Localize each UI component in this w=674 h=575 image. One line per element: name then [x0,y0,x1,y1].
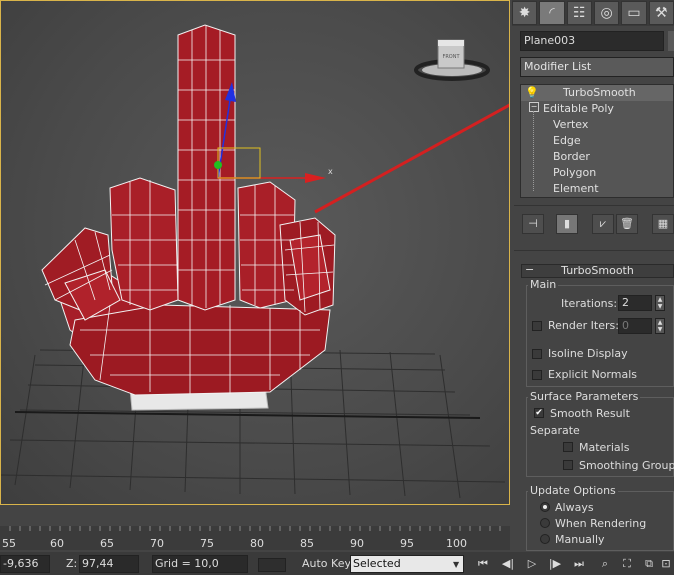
surface-parameters-label: Surface Parameters [528,390,641,403]
timeline-tick-100: 100 [446,537,467,550]
object-color-swatch[interactable] [668,31,674,51]
object-name-field[interactable]: Plane003 [520,31,664,51]
modifier-list-dropdown[interactable]: Modifier List [520,57,674,77]
stack-base-editable-poly[interactable]: Editable Poly [543,102,614,115]
timeline-tick-90: 90 [350,537,364,550]
zoom-extents-all-icon[interactable]: ⧉ [640,555,658,573]
explicit-normals-checkbox[interactable] [532,370,542,380]
rollout-collapse-icon[interactable]: − [525,263,534,276]
timeline-tick-65: 65 [100,537,114,550]
stack-sub-border[interactable]: Border [553,150,590,163]
materials-checkbox[interactable] [563,442,573,452]
stack-sub-element[interactable]: Element [553,182,599,195]
modifier-stack[interactable]: 💡 TurboSmooth − Editable Poly Vertex Edg… [520,84,674,198]
timeline-tick-60: 60 [50,537,64,550]
go-to-start-icon[interactable]: ⏮ [474,555,492,573]
smooth-result-checkbox[interactable]: ✔ [534,408,544,418]
make-unique-icon[interactable]: ⩗ [592,214,614,234]
status-bar: -9,636 Z: 97,44 Grid = 10,0 Auto Key Sel… [0,552,674,575]
when-rendering-label: When Rendering [555,517,647,530]
next-frame-icon[interactable]: |▶ [546,555,564,573]
selection-set-dropdown[interactable]: Selected [350,555,464,573]
pin-stack-icon[interactable]: ⊣ [522,214,544,234]
motion-tab-icon[interactable]: ◎ [593,1,620,25]
viewcube-face-label: FRONT [442,54,460,60]
smooth-result-label: Smooth Result [550,407,630,420]
render-iters-spinner[interactable]: 0 [618,318,652,334]
remove-modifier-icon[interactable]: 🗑 [616,214,638,234]
smoothing-groups-label: Smoothing Groups [579,459,674,472]
separate-label: Separate [530,424,580,437]
always-radio[interactable] [540,502,550,512]
timeline-tick-85: 85 [300,537,314,550]
smoothing-groups-checkbox[interactable] [563,460,573,470]
explicit-normals-label: Explicit Normals [548,368,637,381]
manually-label: Manually [555,533,605,546]
stack-sub-polygon[interactable]: Polygon [553,166,596,179]
command-panel: ✸ ◜ ☷ ◎ ▭ ⚒ Plane003 Modifier List 💡 Tur… [512,0,674,551]
z-coordinate-field[interactable]: 97,44 [79,555,139,573]
hand-mesh[interactable] [41,24,336,411]
auto-key-button[interactable]: Auto Key [302,557,351,570]
maximize-toggle-icon[interactable]: ⊡ [657,555,674,573]
viewcube[interactable]: FRONT [414,39,490,81]
go-to-end-icon[interactable]: ⏭ [570,555,588,573]
show-end-result-icon[interactable]: ▮ [556,214,578,234]
hierarchy-tab-icon[interactable]: ☷ [566,1,592,25]
rollout-separator [514,250,674,251]
zoom-icon[interactable]: ⌕ [596,555,614,573]
isoline-display-label: Isoline Display [548,347,628,360]
timeline-tick-80: 80 [250,537,264,550]
modify-tab-icon[interactable]: ◜ [539,1,565,25]
dropdown-arrow-icon[interactable]: ▼ [453,560,459,569]
stack-modifier-turbosmooth[interactable]: TurboSmooth [563,86,636,99]
timeline-tick-75: 75 [200,537,214,550]
always-label: Always [555,501,594,514]
iterations-label: Iterations: [561,297,618,310]
configure-modifier-sets-icon[interactable]: ▦ [652,214,674,234]
previous-frame-icon[interactable]: ◀| [499,555,517,573]
viewport-canvas[interactable]: FRONT x [0,0,510,505]
lightbulb-icon[interactable]: 💡 [525,86,539,99]
isoline-display-checkbox[interactable] [532,349,542,359]
zoom-extents-icon[interactable]: ⛶ [618,555,636,573]
play-icon[interactable]: ▷ [523,555,541,573]
utilities-tab-icon[interactable]: ⚒ [648,1,674,25]
z-coordinate-label: Z: [66,557,78,570]
annotation-arrow [314,103,510,214]
render-iters-spin-arrows-icon[interactable]: ▲ ▼ [655,318,665,334]
grid-size-display: Grid = 10,0 [152,555,248,573]
time-slider-track[interactable]: 55 60 65 70 75 80 85 90 95 100 [0,526,510,550]
turbosmooth-rollout-title[interactable]: TurboSmooth [521,264,674,278]
iterations-spin-arrows-icon[interactable]: ▲ ▼ [655,295,665,311]
when-rendering-radio[interactable] [540,518,550,528]
timeline-tick-95: 95 [400,537,414,550]
manually-radio[interactable] [540,534,550,544]
stack-sub-vertex[interactable]: Vertex [553,118,588,131]
update-options-label: Update Options [528,484,618,497]
command-panel-tabs: ✸ ◜ ☷ ◎ ▭ ⚒ [512,0,674,26]
materials-label: Materials [579,441,630,454]
timeline-tick-70: 70 [150,537,164,550]
x-coordinate-field[interactable]: -9,636 [0,555,50,573]
main-group-label: Main [528,278,559,291]
timeline-tick-55: 55 [2,537,16,550]
render-iters-checkbox[interactable] [532,321,542,331]
display-tab-icon[interactable]: ▭ [621,1,647,25]
stack-sub-edge[interactable]: Edge [553,134,581,147]
perspective-viewport[interactable]: FRONT x [0,0,510,505]
stack-separator [514,205,674,206]
key-icon[interactable] [258,558,286,572]
iterations-spinner[interactable]: 2 [618,295,652,311]
render-iters-label: Render Iters: [548,319,619,332]
x-axis-label: x [328,167,333,176]
create-tab-icon[interactable]: ✸ [512,1,538,25]
